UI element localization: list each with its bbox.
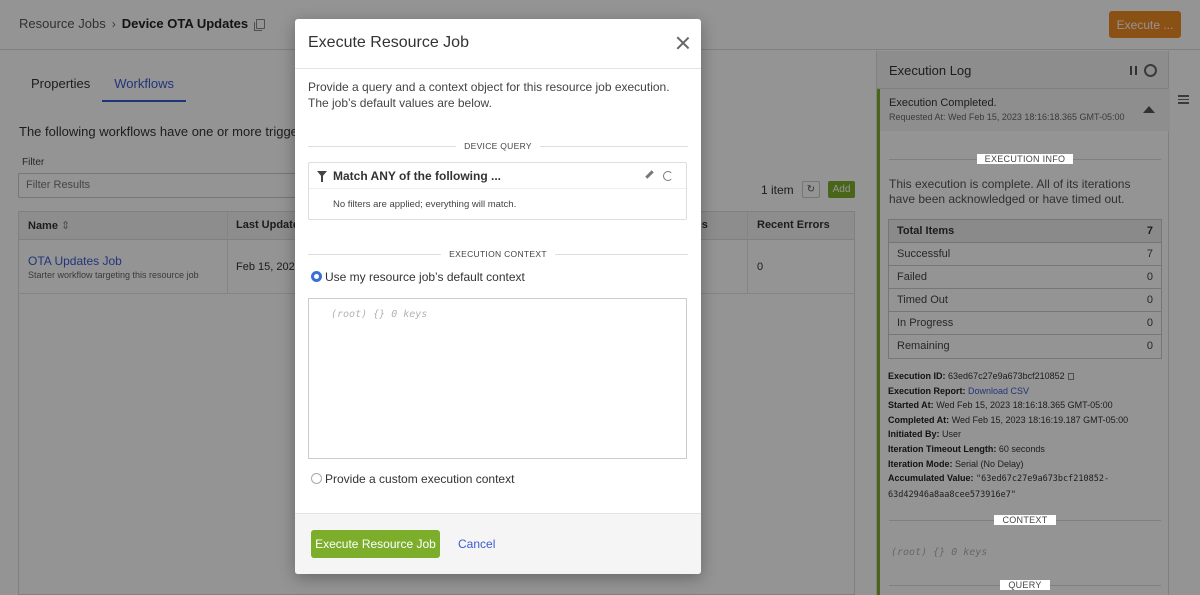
execute-resource-job-modal: Execute Resource Job Provide a query and… (295, 19, 701, 574)
device-query-box: Match ANY of the following ... No filter… (308, 162, 687, 220)
context-empty-text: (root) {} 0 keys (331, 309, 428, 320)
modal-title: Execute Resource Job (308, 34, 469, 51)
pencil-icon[interactable] (645, 170, 654, 179)
custom-context-label[interactable]: Provide a custom execution context (325, 472, 514, 486)
execution-context-heading: EXECUTION CONTEXT (308, 249, 688, 259)
cancel-button[interactable]: Cancel (458, 537, 495, 551)
device-query-heading: DEVICE QUERY (308, 141, 688, 151)
modal-footer: Execute Resource Job Cancel (295, 513, 701, 574)
query-match-label: Match ANY of the following ... (333, 169, 501, 183)
refresh-icon[interactable] (663, 171, 673, 181)
context-editor[interactable]: (root) {} 0 keys (308, 298, 687, 459)
default-context-radio[interactable] (311, 271, 322, 282)
divider (295, 68, 701, 69)
execute-resource-job-button[interactable]: Execute Resource Job (311, 530, 440, 558)
custom-context-radio[interactable] (311, 473, 322, 484)
close-icon[interactable] (676, 36, 689, 49)
default-context-label[interactable]: Use my resource job’s default context (325, 270, 525, 284)
filter-icon (317, 171, 327, 182)
query-header: Match ANY of the following ... (309, 163, 686, 189)
modal-description: Provide a query and a context object for… (308, 80, 670, 110)
query-empty-text: No filters are applied; everything will … (333, 199, 517, 210)
